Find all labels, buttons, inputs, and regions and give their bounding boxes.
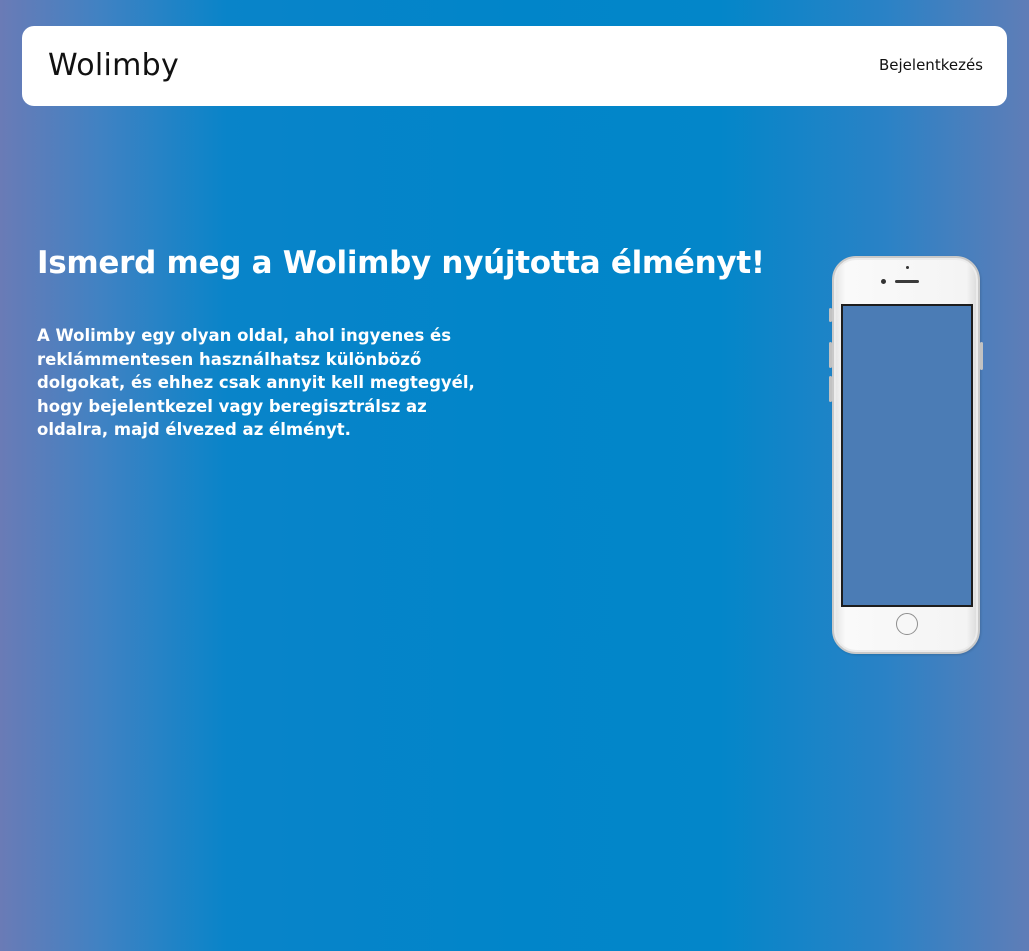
phone-power-button	[980, 342, 983, 370]
navbar: Wolimby Bejelentkezés	[22, 26, 1007, 106]
login-link[interactable]: Bejelentkezés	[879, 56, 983, 74]
phone-camera-icon	[906, 266, 909, 269]
hero-title: Ismerd meg a Wolimby nyújtotta élményt!	[37, 245, 765, 281]
phone-volume-up-button	[829, 342, 832, 368]
smartphone-icon	[829, 256, 983, 654]
phone-volume-down-button	[829, 376, 832, 402]
phone-home-button-icon	[896, 613, 918, 635]
phone-sensor-icon	[881, 279, 886, 284]
phone-screen	[841, 304, 973, 607]
phone-side-button	[829, 308, 832, 322]
hero-description: A Wolimby egy olyan oldal, ahol ingyenes…	[37, 326, 475, 439]
phone-speaker-icon	[895, 280, 919, 283]
brand-logo[interactable]: Wolimby	[48, 48, 179, 83]
